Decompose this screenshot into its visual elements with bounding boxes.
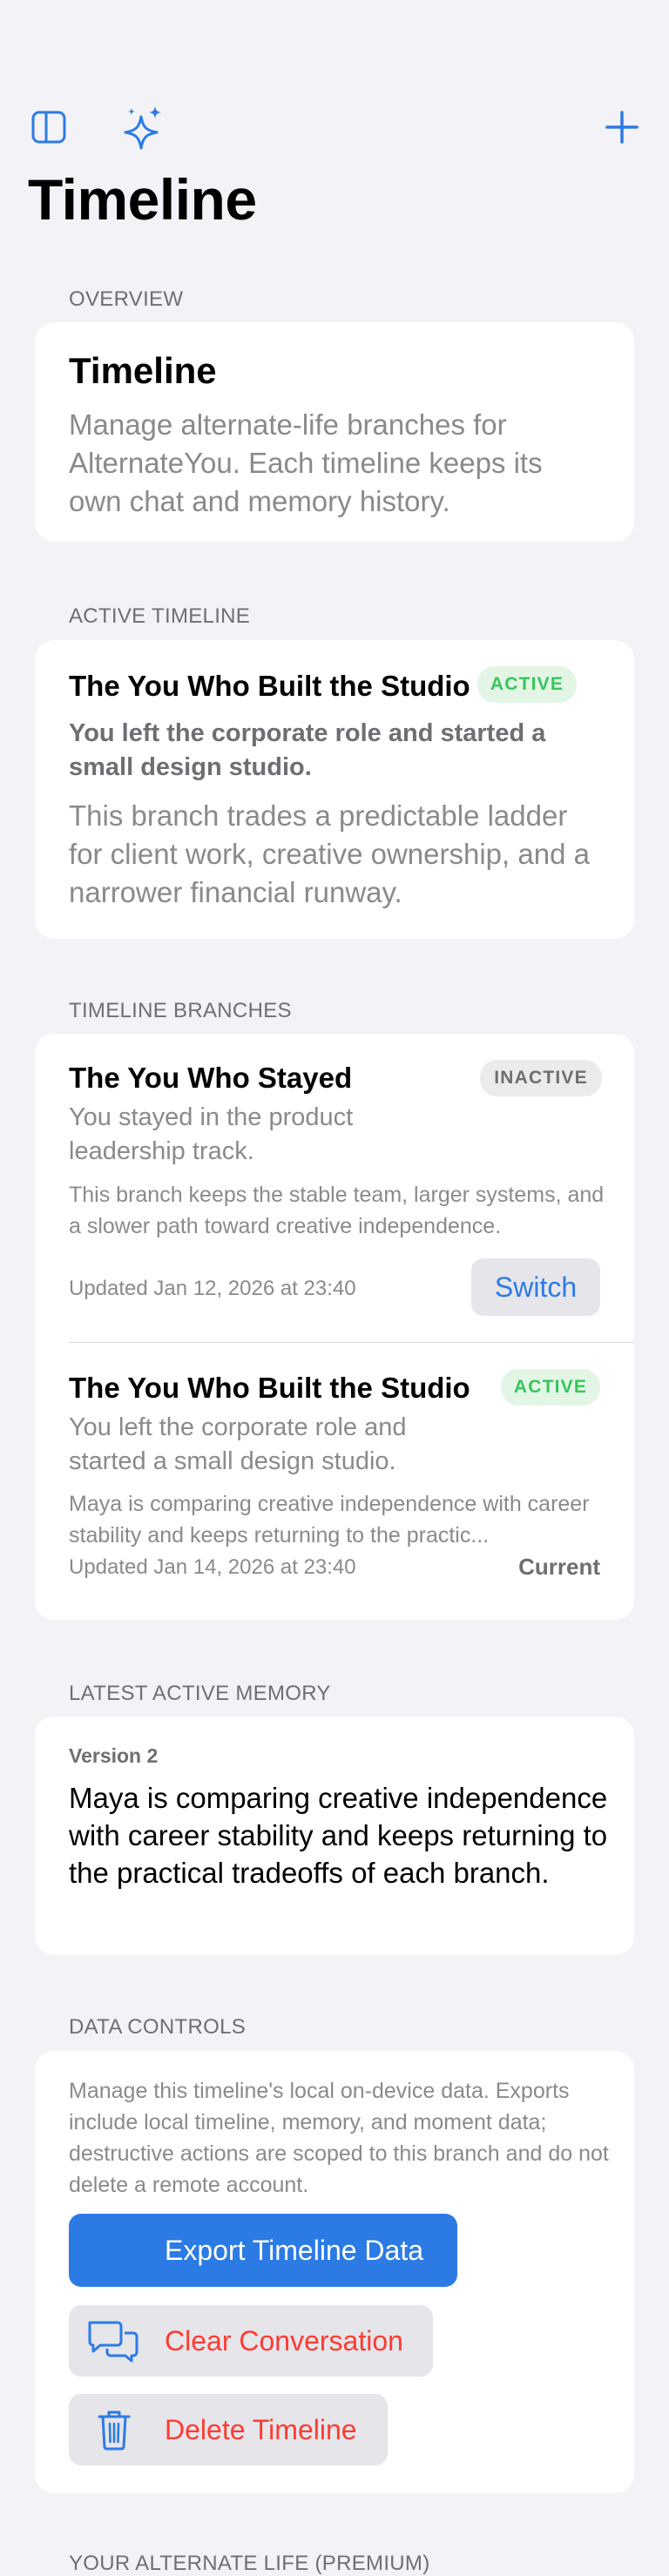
branch-subtitle: You stayed in the product leadership tra… xyxy=(69,1103,354,1165)
branch-title: The You Who Stayed xyxy=(69,1062,353,1094)
branch-updated: Updated Jan 14, 2026 at 23:40 xyxy=(69,1555,356,1579)
active-timeline-subtitle: You left the corporate role and started … xyxy=(69,719,546,781)
active-timeline-title: The You Who Built the Studio xyxy=(69,670,470,702)
sparkles-icon xyxy=(124,106,161,150)
current-label: Current xyxy=(518,1554,600,1580)
data-controls-card: Manage this timeline's local on-device d… xyxy=(35,2051,634,2493)
delete-button-label: Delete Timeline xyxy=(165,2413,357,2445)
data-controls-description: Manage this timeline's local on-device d… xyxy=(69,2079,609,2197)
sparkles-button[interactable] xyxy=(120,103,169,152)
delete-timeline-button[interactable]: Delete Timeline xyxy=(69,2394,388,2465)
branch-description: This branch keeps the stable team, large… xyxy=(69,1183,605,1238)
active-status-badge: ACTIVE xyxy=(501,1369,600,1406)
export-timeline-button[interactable]: Export Timeline Data xyxy=(69,2214,457,2287)
add-timeline-button[interactable] xyxy=(598,103,646,152)
active-timeline-body: This branch trades a predictable ladder … xyxy=(69,799,590,908)
clear-conversation-button[interactable]: Clear Conversation xyxy=(69,2305,433,2377)
inactive-status-badge: INACTIVE xyxy=(480,1060,602,1096)
branches-card: The You Who Stayed INACTIVE You stayed i… xyxy=(35,1034,634,1620)
export-button-label: Export Timeline Data xyxy=(165,2234,424,2266)
branch-subtitle: You left the corporate role and started … xyxy=(69,1413,407,1475)
trash-icon xyxy=(98,2411,131,2451)
branch-updated: Updated Jan 12, 2026 at 23:40 xyxy=(69,1277,356,1300)
branch-title: The You Who Built the Studio xyxy=(69,1372,470,1404)
page-title: Timeline xyxy=(28,167,257,232)
memory-card: Version 2 Maya is comparing creative ind… xyxy=(35,1716,634,1955)
switch-button-label: Switch xyxy=(494,1271,578,1303)
overview-section-header: OVERVIEW xyxy=(69,287,184,311)
clear-button-label: Clear Conversation xyxy=(165,2324,403,2357)
chat-bubbles-icon xyxy=(88,2321,139,2363)
sidebar-icon xyxy=(31,111,66,144)
overview-card: Timeline Manage alternate-life branches … xyxy=(35,322,634,542)
memory-text: Maya is comparing creative independence … xyxy=(69,1782,608,1889)
navigation-toolbar xyxy=(0,103,669,155)
branches-section-header: TIMELINE BRANCHES xyxy=(69,999,292,1022)
overview-body: Manage alternate-life branches for Alter… xyxy=(69,408,543,517)
memory-section-header: LATEST ACTIVE MEMORY xyxy=(69,1682,331,1705)
branch-description: Maya is comparing creative independence … xyxy=(69,1492,590,1548)
active-timeline-card: The You Who Built the Studio ACTIVE You … xyxy=(35,640,634,939)
overview-title: Timeline xyxy=(69,350,217,391)
data-controls-section-header: DATA CONTROLS xyxy=(69,2015,247,2039)
branch-row: The You Who Stayed INACTIVE You stayed i… xyxy=(35,1034,634,1342)
active-timeline-section-header: ACTIVE TIMELINE xyxy=(69,604,251,628)
sidebar-toggle-button[interactable] xyxy=(24,103,73,152)
plus-icon xyxy=(605,111,639,144)
switch-button[interactable]: Switch xyxy=(471,1258,600,1316)
active-status-badge: ACTIVE xyxy=(477,666,577,703)
branch-row: The You Who Built the Studio ACTIVE You … xyxy=(35,1343,634,1620)
memory-version: Version 2 xyxy=(69,1744,159,1767)
